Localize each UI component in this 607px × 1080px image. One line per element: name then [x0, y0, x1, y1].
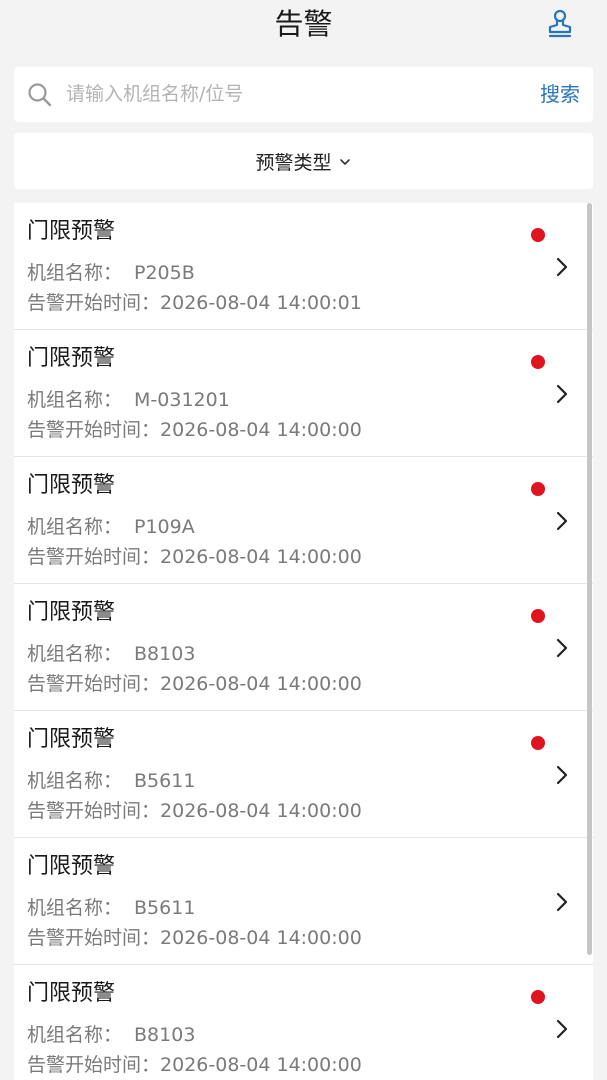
unit-name-value: P205B	[134, 262, 195, 284]
alert-time-line: 告警开始时间：2026-08-04 14:00:00	[27, 924, 362, 952]
unit-name-value: B8103	[134, 643, 196, 665]
unread-dot	[531, 736, 545, 750]
page-title: 告警	[274, 7, 333, 41]
alert-title: 门限预警	[27, 727, 116, 752]
alert-time-value: 2026-08-04 14:00:00	[160, 1054, 362, 1076]
unit-name-line: 机组名称： B8103	[27, 640, 195, 668]
unit-name-label: 机组名称：	[27, 1024, 123, 1046]
stamp-icon[interactable]	[544, 8, 576, 40]
alert-time-label: 告警开始时间：	[27, 927, 161, 949]
unit-name-line: 机组名称： M-031201	[27, 386, 230, 414]
unit-name-label: 机组名称：	[27, 389, 123, 411]
search-icon	[28, 83, 52, 107]
alert-list-item[interactable]: 门限预警机组名称： M-031201 告警开始时间：2026-08-04 14:00…	[14, 330, 593, 457]
app-header: 告警	[0, 0, 607, 58]
unit-name-line: 机组名称： B5611	[27, 894, 195, 922]
unit-name-value: P109A	[134, 516, 195, 538]
unit-name-label: 机组名称：	[27, 770, 123, 792]
alert-time-line: 告警开始时间：2026-08-04 14:00:00	[27, 543, 362, 571]
chevron-down-icon	[339, 159, 350, 165]
chevron-right-icon	[556, 638, 568, 658]
alert-time-label: 告警开始时间：	[27, 419, 161, 441]
unread-dot	[531, 990, 545, 1004]
alert-time-value: 2026-08-04 14:00:00	[160, 800, 362, 822]
alert-time-line: 告警开始时间：2026-08-04 14:00:01	[27, 289, 362, 317]
alert-time-value: 2026-08-04 14:00:01	[160, 292, 362, 314]
alert-time-value: 2026-08-04 14:00:00	[160, 927, 362, 949]
scrollbar[interactable]	[587, 203, 592, 955]
unit-name-label: 机组名称：	[27, 516, 123, 538]
alert-time-label: 告警开始时间：	[27, 800, 161, 822]
alert-time-value: 2026-08-04 14:00:00	[160, 673, 362, 695]
unit-name-line: 机组名称： B5611	[27, 767, 195, 795]
chevron-right-icon	[556, 1019, 568, 1039]
alert-time-line: 告警开始时间：2026-08-04 14:00:00	[27, 1051, 362, 1079]
alert-time-line: 告警开始时间：2026-08-04 14:00:00	[27, 670, 362, 698]
alert-list-item[interactable]: 门限预警机组名称： P109A 告警开始时间：2026-08-04 14:00:00	[14, 457, 593, 584]
alert-type-filter[interactable]: 预警类型	[14, 133, 593, 189]
search-bar: 搜索	[14, 67, 593, 122]
chevron-right-icon	[556, 384, 568, 404]
alert-list-item[interactable]: 门限预警机组名称： B5611 告警开始时间：2026-08-04 14:00:00	[14, 711, 593, 838]
alert-title: 门限预警	[27, 346, 116, 371]
alert-time-value: 2026-08-04 14:00:00	[160, 419, 362, 441]
alert-time-label: 告警开始时间：	[27, 1054, 161, 1076]
unit-name-label: 机组名称：	[27, 262, 123, 284]
chevron-right-icon	[556, 257, 568, 277]
unit-name-value: B8103	[134, 1024, 196, 1046]
search-input[interactable]	[66, 75, 506, 113]
alert-title: 门限预警	[27, 981, 116, 1006]
alert-title: 门限预警	[27, 473, 116, 498]
alert-time-line: 告警开始时间：2026-08-04 14:00:00	[27, 416, 362, 444]
alert-list: 门限预警 机组名称： P205B 告警开始时间：2026-08-04 14:00:01…	[14, 203, 593, 1080]
unit-name-value: B5611	[134, 897, 196, 919]
alert-time-label: 告警开始时间：	[27, 292, 161, 314]
alert-time-value: 2026-08-04 14:00:00	[160, 546, 362, 568]
unit-name-line: 机组名称： B8103	[27, 1021, 195, 1049]
alert-title: 门限预警	[27, 600, 116, 625]
alert-title: 门限预警	[27, 854, 116, 879]
unread-dot	[531, 482, 545, 496]
alert-time-line: 告警开始时间：2026-08-04 14:00:00	[27, 797, 362, 825]
alert-list-item[interactable]: 门限预警机组名称： P205B 告警开始时间：2026-08-04 14:00:01	[14, 203, 593, 330]
unit-name-value: M-031201	[134, 389, 230, 411]
alert-time-label: 告警开始时间：	[27, 673, 161, 695]
unread-dot	[531, 609, 545, 623]
filter-label: 预警类型	[255, 151, 332, 174]
alert-list-item[interactable]: 门限预警机组名称： B5611 告警开始时间：2026-08-04 14:00:00	[14, 838, 593, 965]
unit-name-label: 机组名称：	[27, 643, 123, 665]
chevron-right-icon	[556, 765, 568, 785]
search-button[interactable]: 搜索	[540, 80, 580, 108]
alert-time-label: 告警开始时间：	[27, 546, 161, 568]
alert-list-item[interactable]: 门限预警机组名称： B8103 告警开始时间：2026-08-04 14:00:00	[14, 965, 593, 1080]
unit-name-line: 机组名称： P205B	[27, 259, 195, 287]
unit-name-label: 机组名称：	[27, 897, 123, 919]
unread-dot	[531, 355, 545, 369]
chevron-right-icon	[556, 511, 568, 531]
unread-dot	[531, 228, 545, 242]
alert-list-item[interactable]: 门限预警机组名称： B8103 告警开始时间：2026-08-04 14:00:00	[14, 584, 593, 711]
alert-title: 门限预警	[27, 219, 116, 244]
unit-name-value: B5611	[134, 770, 196, 792]
chevron-right-icon	[556, 892, 568, 912]
unit-name-line: 机组名称： P109A	[27, 513, 195, 541]
